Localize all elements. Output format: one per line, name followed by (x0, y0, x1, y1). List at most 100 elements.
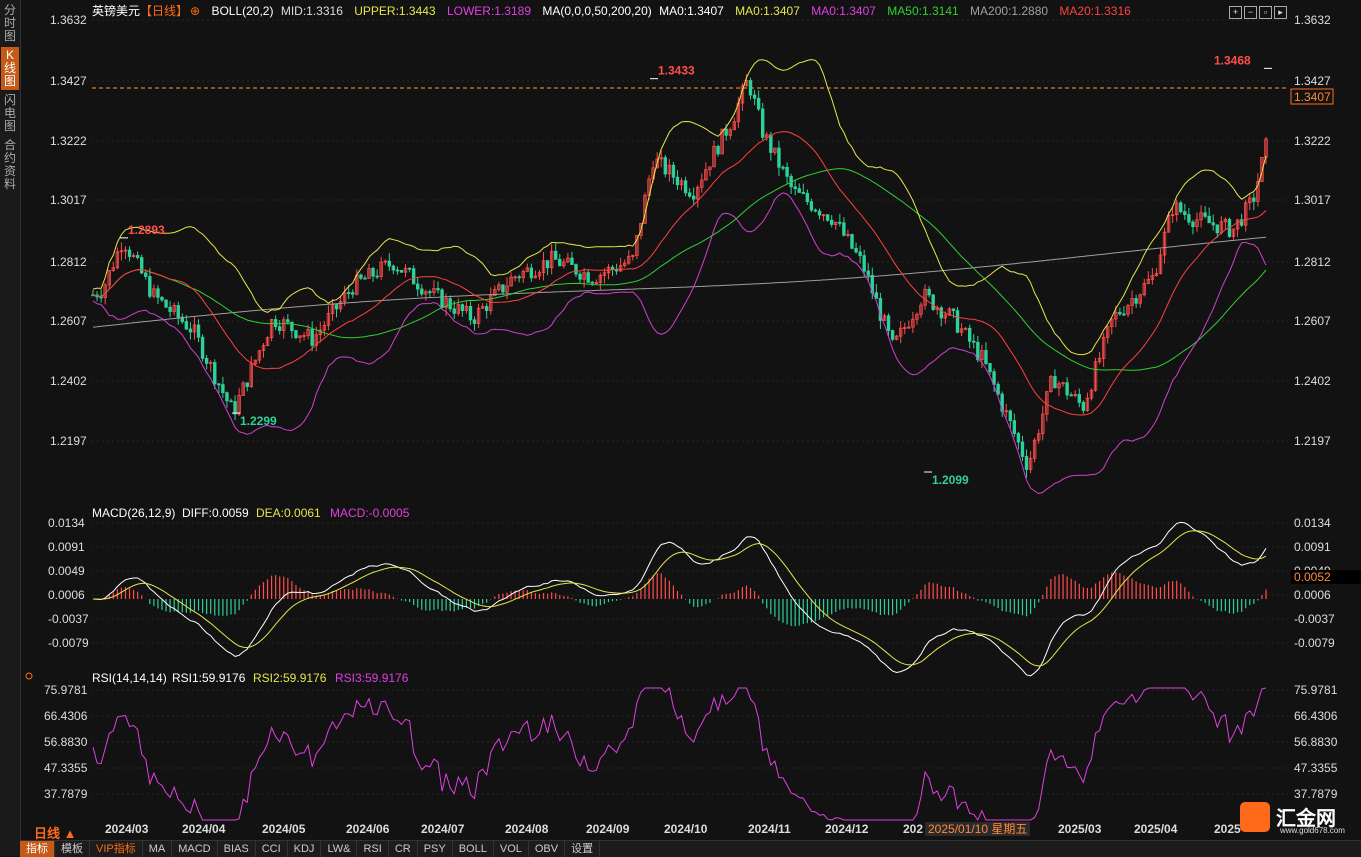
candle-body (570, 257, 574, 265)
candle-body (1134, 298, 1138, 304)
rsi-label: RSI(14,14,14) (92, 671, 167, 685)
date-label: 2025 (1214, 822, 1241, 836)
bottom-tab-14[interactable]: OBV (529, 841, 566, 857)
macd-axis-left: 0.0006 (48, 588, 85, 602)
annot-high1: 1.2893 (128, 223, 165, 237)
candle-body (351, 292, 355, 295)
candle-body (420, 288, 424, 295)
candle-body (716, 145, 720, 155)
logo-mark (1240, 802, 1270, 832)
bottom-tab-10[interactable]: CR (389, 841, 418, 857)
candle-body (610, 266, 615, 270)
candle-body (184, 321, 189, 330)
candle-body (395, 269, 400, 272)
macd-axis-right: -0.0037 (1294, 612, 1335, 626)
rsi-line (92, 686, 1267, 822)
indicator-lines (92, 58, 1267, 495)
macd-axis-right: 0.0091 (1294, 540, 1331, 554)
bottom-tab-3[interactable]: MA (143, 841, 173, 857)
candle-body (1211, 222, 1215, 226)
annot-low1: 1.2299 (240, 414, 277, 428)
price-label-left: 1.2402 (50, 374, 87, 388)
bottom-tab-4[interactable]: MACD (172, 841, 218, 857)
annot-high2: 1.3433 (658, 64, 695, 78)
candle-body (1191, 221, 1195, 228)
candle-body (371, 267, 375, 277)
bottom-tab-0[interactable]: 指标 (20, 841, 55, 857)
rsi-settings-icon (25, 672, 33, 680)
candle-body (440, 289, 444, 308)
brand-logo: 汇金网 www.gold678.com (1240, 800, 1358, 840)
candle-body (1020, 441, 1025, 457)
annot-low2: 1.2099 (932, 473, 969, 487)
indicator-tabs: 指标 模板 VIP指标 MA MACD BIAS CCI KDJ LW& RSI CR PSY BOLL… (20, 840, 1361, 857)
price-label-right: 1.2812 (1294, 255, 1331, 269)
price-label-right: 1.3632 (1294, 13, 1331, 27)
candle-body (204, 357, 209, 364)
candle-body (545, 260, 550, 269)
bottom-tab-9[interactable]: RSI (357, 841, 389, 857)
candle-body (1183, 211, 1187, 216)
macd-current: 0.0052 (1294, 570, 1331, 584)
candle-body (939, 307, 943, 319)
candle-body (955, 310, 960, 333)
macd-axis-left: -0.0037 (48, 612, 89, 626)
bottom-tab-13[interactable]: VOL (494, 841, 529, 857)
candle-body (529, 267, 534, 279)
rsi-axis-right: 75.9781 (1294, 683, 1338, 697)
candle-body (286, 319, 290, 323)
bottom-tab-5[interactable]: BIAS (218, 841, 256, 857)
rsi-axis-left: 56.8830 (44, 735, 88, 749)
macd-diff-line (92, 521, 1267, 677)
bottom-tab-2[interactable]: VIP指标 (90, 841, 143, 857)
candle-body (761, 108, 765, 138)
rsi-axis-right: 66.4306 (1294, 709, 1338, 723)
candle-body (931, 294, 935, 310)
candle-body (809, 201, 814, 211)
bottom-tab-8[interactable]: LW& (321, 841, 358, 857)
bottom-tab-12[interactable]: BOLL (453, 841, 494, 857)
candle-body (850, 233, 854, 249)
candle-body (407, 267, 412, 270)
candle-body (805, 192, 810, 203)
price-label-right: 1.3017 (1294, 193, 1331, 207)
macd-diff: DIFF:0.0059 (182, 506, 249, 520)
bottom-tab-6[interactable]: CCI (256, 841, 288, 857)
candle-body (188, 328, 193, 333)
candle-body (554, 250, 558, 260)
candle-body (448, 298, 452, 310)
candle-body (310, 328, 314, 346)
candle-body (501, 284, 505, 293)
candle-body (1252, 197, 1256, 202)
date-label: 2025/03 (1058, 822, 1102, 836)
candle-body (785, 166, 789, 177)
bottom-tab-7[interactable]: KDJ (288, 841, 322, 857)
candle-body (127, 249, 132, 257)
macd-panel: MACD(26,12,9) DIFF:0.0059 DEA:0.0061 MACD:-… (48, 506, 1361, 677)
candle-body (399, 269, 404, 273)
bottom-tab-15[interactable]: 设置 (565, 841, 601, 857)
candle-body (359, 274, 363, 279)
rsi-axis-left: 37.7879 (44, 787, 88, 801)
bottom-tab-11[interactable]: PSY (418, 841, 453, 857)
candle-body (866, 270, 870, 276)
candle-body (1207, 215, 1211, 224)
macd-value: MACD:-0.0005 (330, 506, 410, 520)
bottom-tab-1[interactable]: 模板 (55, 841, 90, 857)
candle-body (838, 221, 842, 224)
candle-body (797, 188, 801, 193)
candle-body (842, 222, 846, 236)
current-price-label: 1.3407 (1294, 90, 1331, 104)
candle-body (294, 330, 298, 339)
candle-body (334, 304, 339, 310)
price-label-left: 1.2607 (50, 314, 87, 328)
candle-body (586, 272, 590, 283)
price-label-left: 1.3222 (50, 134, 87, 148)
candle-body (1122, 313, 1126, 316)
candle-body (854, 247, 858, 253)
date-label: 2024/06 (346, 822, 390, 836)
candle-body (951, 308, 956, 312)
cursor-date: 2025/01/10 星期五 (925, 822, 1031, 836)
rsi1-value: RSI1:59.9176 (172, 671, 246, 685)
chart-canvas[interactable]: 1.3632 1.3632 1.3427 1.3427 1.3222 1.3222 1.30… (0, 0, 1361, 856)
